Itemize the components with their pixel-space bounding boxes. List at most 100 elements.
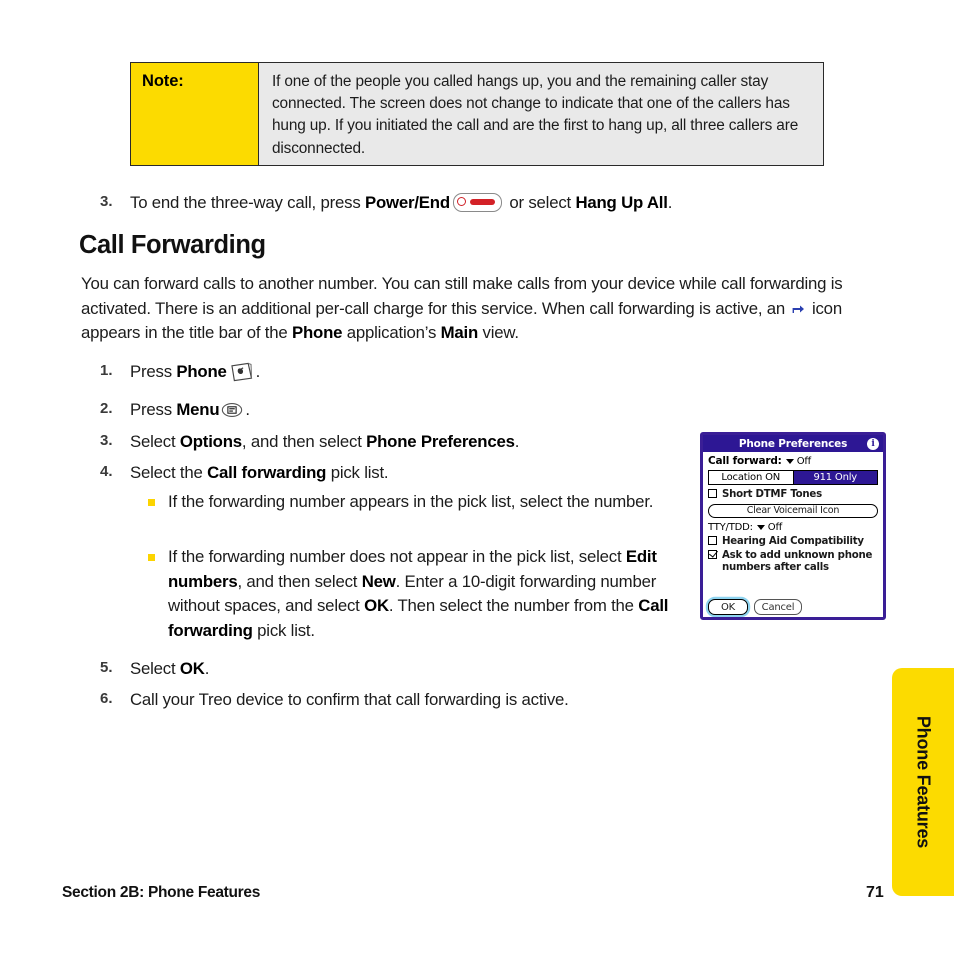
bullet-bold-new: New [361, 571, 396, 591]
step-text-bold-ok: OK [179, 659, 205, 678]
step-text: To end the three-way call, press Power/E… [130, 191, 890, 216]
location-toggle[interactable]: Location ON 911 Only [708, 470, 878, 485]
step-3-select-options: 3. Select Options, and then select Phone… [100, 430, 670, 455]
step-4-select-call-forwarding-pick-list: 4. Select the Call forwarding pick list. [100, 461, 670, 486]
intro-bold-main: Main [440, 323, 479, 343]
call-forward-label: Call forward: [708, 455, 782, 467]
step-text-post: . [514, 432, 520, 451]
location-on-option[interactable]: Location ON [709, 471, 794, 484]
intro-bold-phone: Phone [291, 323, 343, 343]
step-text-post: pick list. [326, 463, 389, 482]
bullet-text: If the forwarding number does not appear… [168, 545, 693, 643]
step-number: 3. [100, 432, 113, 449]
intro-part-1: You can forward calls to another number.… [81, 274, 843, 318]
step-2-press-menu: 2. Press Menu. [100, 398, 660, 423]
step-text: Call your Treo device to confirm that ca… [130, 690, 569, 709]
note-label-cell: Note: [131, 63, 259, 165]
step-text-pre: Select [130, 432, 180, 451]
ask-to-add-numbers-row[interactable]: Ask to add unknown phone numbers after c… [708, 550, 878, 573]
step-text-mid: or select [504, 193, 576, 212]
menu-hardware-button-icon [222, 403, 243, 417]
bullet-text: If the forwarding number appears in the … [168, 492, 654, 511]
section-heading-call-forwarding: Call Forwarding [79, 231, 266, 259]
chevron-down-icon[interactable] [756, 524, 765, 530]
step-number: 4. [100, 463, 113, 480]
call-forward-value[interactable]: Off [797, 456, 812, 467]
device-footer-buttons: OK Cancel [703, 599, 883, 615]
bullet-bold-ok: OK [364, 596, 389, 616]
manual-page: Note: If one of the people you called ha… [0, 0, 954, 954]
short-dtmf-label: Short DTMF Tones [722, 489, 822, 500]
clear-voicemail-icon-button[interactable]: Clear Voicemail Icon [708, 503, 878, 518]
bullet-part-2: , and then select [237, 571, 362, 591]
device-screenshot-phone-preferences: Phone Preferences i Call forward: Off Lo… [700, 432, 886, 620]
step-text-bold-options: Options [179, 432, 242, 451]
step-5-select-ok: 5. Select OK. [100, 657, 670, 682]
intro-part-3: application’s [342, 323, 441, 343]
step-number: 2. [100, 400, 113, 417]
chevron-down-icon[interactable] [785, 458, 794, 464]
call-forward-arrow-icon [792, 305, 804, 313]
step-text-bold-call-forwarding: Call forwarding [207, 463, 327, 482]
cancel-button[interactable]: Cancel [754, 599, 802, 615]
intro-paragraph: You can forward calls to another number.… [81, 272, 893, 346]
power-end-button-icon [452, 193, 502, 212]
step-text: Select the Call forwarding pick list. [130, 461, 670, 486]
call-forward-row: Call forward: Off [708, 455, 878, 467]
footer-section-label: Section 2B: Phone Features [62, 884, 261, 901]
step-number: 3. [100, 193, 113, 210]
step-text-pre: Press [130, 400, 177, 419]
step-number: 1. [100, 362, 113, 379]
step-text-post: . [245, 400, 250, 419]
step-3-end-three-way-call: 3. To end the three-way call, press Powe… [100, 191, 890, 216]
step-text: Press Phone. [130, 360, 660, 385]
short-dtmf-checkbox[interactable] [708, 489, 717, 498]
device-title-bar: Phone Preferences i [703, 435, 883, 452]
tty-tdd-value[interactable]: Off [768, 522, 783, 533]
bullet-part-4: . Then select the number from the [388, 596, 639, 616]
ask-to-add-label: Ask to add unknown phone numbers after c… [722, 550, 873, 573]
step-text-bold-power-end: Power/End [364, 193, 450, 212]
step-1-press-phone: 1. Press Phone. [100, 360, 660, 385]
step-text-pre: Select the [130, 463, 208, 482]
tty-tdd-row: TTY/TDD: Off [708, 522, 878, 533]
step-text-bold-phone: Phone [176, 362, 227, 381]
step-text-end: . [667, 193, 673, 212]
step-text-pre: Press [130, 362, 177, 381]
step-number: 5. [100, 659, 113, 676]
step-text-bold-menu: Menu [176, 400, 220, 419]
list-item: If the forwarding number appears in the … [148, 490, 693, 515]
step-text-bold-hang-up-all: Hang Up All [575, 193, 668, 212]
ok-button[interactable]: OK [708, 599, 748, 615]
ask-to-add-checkbox[interactable] [708, 550, 717, 559]
device-title: Phone Preferences [738, 437, 848, 450]
list-item: If the forwarding number does not appear… [148, 545, 693, 643]
short-dtmf-tones-row[interactable]: Short DTMF Tones [708, 489, 878, 501]
page-number: 71 [866, 884, 884, 901]
bullet-part-1: If the forwarding number does not appear… [168, 547, 626, 566]
note-body-cell: If one of the people you called hangs up… [259, 63, 823, 165]
bullet-square-icon [148, 545, 168, 643]
step-6-call-treo-device: 6. Call your Treo device to confirm that… [100, 688, 700, 713]
note-body-text: If one of the people you called hangs up… [272, 73, 799, 157]
step-text-post: . [255, 362, 261, 381]
hearing-aid-compatibility-row[interactable]: Hearing Aid Compatibility [708, 535, 878, 548]
step-text-pre: To end the three-way call, press [130, 193, 365, 212]
step-number: 6. [100, 690, 113, 707]
note-label: Note: [142, 72, 184, 90]
device-body: Call forward: Off Location ON 911 Only S… [703, 452, 883, 573]
phone-hardware-button-icon [230, 362, 252, 382]
step-text: Select Options, and then select Phone Pr… [130, 430, 670, 455]
step-text: Press Menu. [130, 398, 660, 423]
location-911-only-option[interactable]: 911 Only [793, 471, 877, 484]
side-tab-label: Phone Features [913, 715, 934, 849]
info-icon[interactable]: i [867, 437, 879, 450]
step-text-mid: , and then select [241, 432, 367, 451]
note-callout-box: Note: If one of the people you called ha… [130, 62, 824, 166]
hearing-aid-checkbox[interactable] [708, 535, 717, 545]
step-text-bold-phone-preferences: Phone Preferences [366, 432, 515, 451]
bullet-part-5: pick list. [252, 620, 315, 640]
hearing-aid-label: Hearing Aid Compatibility [722, 535, 864, 547]
section-side-tab: Phone Features [892, 668, 954, 896]
step-text-pre: Select [130, 659, 180, 678]
